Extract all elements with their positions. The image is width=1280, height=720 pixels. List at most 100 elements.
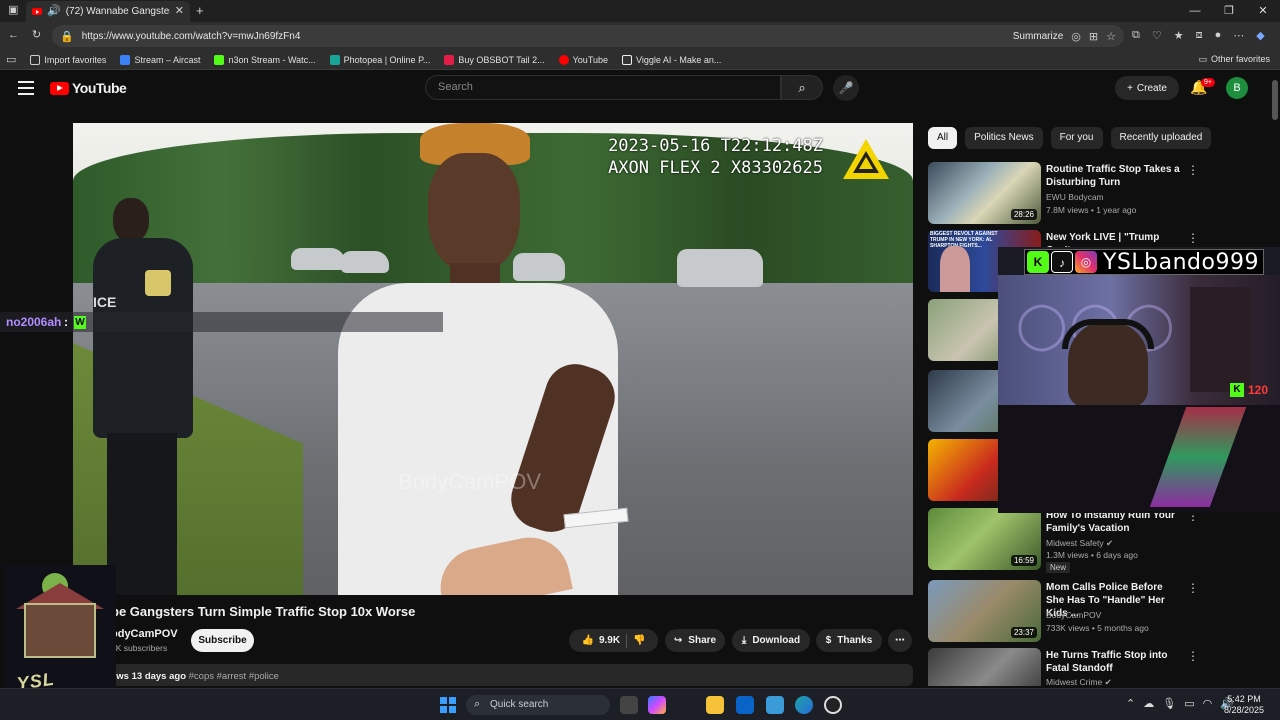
wifi-icon[interactable]: ◠ [1203,697,1213,710]
bookmark-import-favorites[interactable]: Import favorites [30,54,106,65]
back-icon[interactable]: ← [8,29,19,41]
more-options-icon[interactable]: ⋮ [1187,649,1199,663]
recommendation-item[interactable]: 28:26 Routine Traffic Stop Takes a Distu… [928,162,1270,224]
chevron-up-icon[interactable]: ⌃ [1126,697,1135,710]
more-options-icon[interactable]: ⋮ [1187,581,1199,595]
voice-search-button[interactable]: 🎤 [833,75,859,101]
display-icon[interactable]: ▭ [1184,697,1194,710]
taskbar-clock[interactable]: 5:42 PM 8/28/2025 [1224,694,1264,716]
recommendation-thumbnail[interactable]: 16:59 [928,508,1041,570]
photos-icon[interactable] [766,696,784,714]
duration-badge: 16:59 [1010,555,1037,566]
recommendation-item[interactable]: 16:59 How To Instantly Ruin Your Family'… [928,508,1270,573]
bookmark-youtube[interactable]: YouTube [558,54,608,65]
favorite-star-icon[interactable]: ☆ [1106,30,1116,43]
microphone-icon[interactable]: 🎙 [1162,697,1176,710]
thanks-button[interactable]: $ Thanks [816,629,882,652]
notifications-badge: 9+ [1201,78,1215,87]
recommendation-title[interactable]: Routine Traffic Stop Takes a Disturbing … [1046,163,1180,189]
bookmark-aircast[interactable]: Stream – Aircast [120,54,200,65]
recommendation-thumbnail[interactable]: 23:37 [928,580,1041,642]
bodycam-overlay: 2023-05-16 T22:12:48Z AXON FLEX 2 X83302… [608,135,823,179]
hashtags[interactable]: #cops #arrest #police [189,671,279,682]
recommendation-thumbnail[interactable] [928,648,1041,686]
instagram-icon: ◎ [1075,251,1097,273]
share-button[interactable]: ↪ Share [665,629,725,652]
search-input[interactable]: Search [425,75,781,100]
subscribe-button[interactable]: Subscribe [191,629,254,652]
cloud-icon[interactable]: ☁ [1143,697,1154,710]
close-window-icon[interactable]: ✕ [1246,0,1280,22]
recommendation-title[interactable]: He Turns Traffic Stop into Fatal Standof… [1046,649,1180,675]
recommendation-item[interactable]: 23:37 Mom Calls Police Before She Has To… [928,580,1270,642]
recommendation-item[interactable]: He Turns Traffic Stop into Fatal Standof… [928,648,1270,686]
video-player[interactable]: ICE 2023-05-16 T22:12:48Z AXON FLEX 2 X8… [73,123,913,595]
create-button[interactable]: + Create [1115,76,1179,100]
window-controls: — ❐ ✕ [1178,0,1280,22]
windows-start-icon[interactable] [440,697,456,713]
other-favorites[interactable]: ▭ Other favorites [1198,54,1270,65]
collections-icon[interactable]: ⧈ [1196,29,1203,42]
copilot-app-icon[interactable] [648,696,666,714]
new-tab-icon[interactable]: + [196,4,204,17]
tab-close-icon[interactable]: ✕ [175,6,184,17]
recommendation-thumbnail[interactable]: 28:26 [928,162,1041,224]
search-button[interactable]: ⌕ [781,75,823,100]
chip-recently-uploaded[interactable]: Recently uploaded [1110,127,1212,149]
more-options-icon[interactable]: ⋮ [1187,231,1199,245]
task-view-icon[interactable] [620,696,638,714]
app-available-icon[interactable]: ⊞ [1089,30,1098,43]
outlook-icon[interactable] [736,696,754,714]
bookmark-viggle[interactable]: Viggle AI - Make an... [622,54,721,65]
obsbot-icon [444,54,455,65]
tab-actions-icon[interactable]: ▣ [8,5,18,16]
obs-icon[interactable] [824,696,842,714]
site-info-icon[interactable]: 🔒 [60,30,74,43]
download-button[interactable]: ⤓ Download [732,629,810,652]
copilot-icon[interactable]: ◆ [1256,29,1264,42]
dislike-button[interactable]: 👎 [633,635,645,646]
profile-icon[interactable]: ● [1215,29,1222,42]
edge-icon[interactable] [795,696,813,714]
url-field[interactable]: 🔒 https://www.youtube.com/watch?v=mwJn69… [52,25,1124,47]
reading-list-icon[interactable]: ▭ [6,53,16,66]
bookmark-photopea[interactable]: Photopea | Online P... [329,54,430,65]
recommendation-channel[interactable]: Midwest Crime ✔ [1046,677,1112,686]
browser-toolbar: ⧉ ♡ ★ ⧈ ● ⋯ ◆ [1132,29,1265,42]
favorites-icon[interactable]: ★ [1174,29,1184,42]
more-menu-icon[interactable]: ⋯ [1233,29,1244,42]
thumbs-down-icon: 👎 [633,635,646,646]
file-explorer-icon[interactable] [706,696,724,714]
url-text[interactable]: https://www.youtube.com/watch?v=mwJn69fz… [82,31,1005,42]
minimize-icon[interactable]: — [1178,0,1212,22]
browser-essentials-icon[interactable]: ♡ [1152,29,1162,42]
copilot-summarize-icon[interactable]: ◎ [1071,30,1081,43]
kick-icon [214,54,225,65]
taskbar-search[interactable]: Quick search [466,695,610,715]
channel-name[interactable]: odyCamPOV [111,628,178,640]
summarize-button[interactable]: Summarize [1013,31,1064,42]
refresh-icon[interactable]: ↻ [32,28,41,41]
maximize-icon[interactable]: ❐ [1212,0,1246,22]
extensions-icon[interactable]: ⧉ [1132,29,1140,42]
bookmark-obsbot[interactable]: Buy OBSBOT Tail 2... [444,54,545,65]
account-avatar[interactable]: B [1226,77,1248,99]
recommendation-channel[interactable]: EWU Bodycam [1046,192,1104,202]
youtube-logo[interactable]: YouTube [50,80,127,96]
chip-for-you[interactable]: For you [1050,127,1103,149]
share-icon: ↪ [673,635,683,646]
like-button[interactable]: 👍 9.9K [581,635,620,646]
chip-all[interactable]: All [928,127,958,149]
page-scrollbar-thumb[interactable] [1272,80,1278,120]
recommendation-channel[interactable]: Midwest Safety ✔ [1046,538,1113,549]
more-options-icon[interactable]: ⋮ [1187,163,1199,177]
recommendation-channel[interactable]: BodyCamPOV [1046,610,1101,620]
chat-separator: : [64,315,68,329]
chip-politics-news[interactable]: Politics News [965,127,1043,149]
thumbs-up-icon: 👍 [581,635,594,646]
bookmark-n3on[interactable]: n3on Stream - Watc... [214,54,316,65]
browser-tab-active[interactable]: 🔊 (72) Wannabe Gangsters Tu... ✕ [26,1,190,22]
more-actions-button[interactable]: ⋯ [888,629,912,652]
tab-audio-icon[interactable]: 🔊 [47,6,61,17]
hamburger-menu-icon[interactable] [18,81,34,95]
